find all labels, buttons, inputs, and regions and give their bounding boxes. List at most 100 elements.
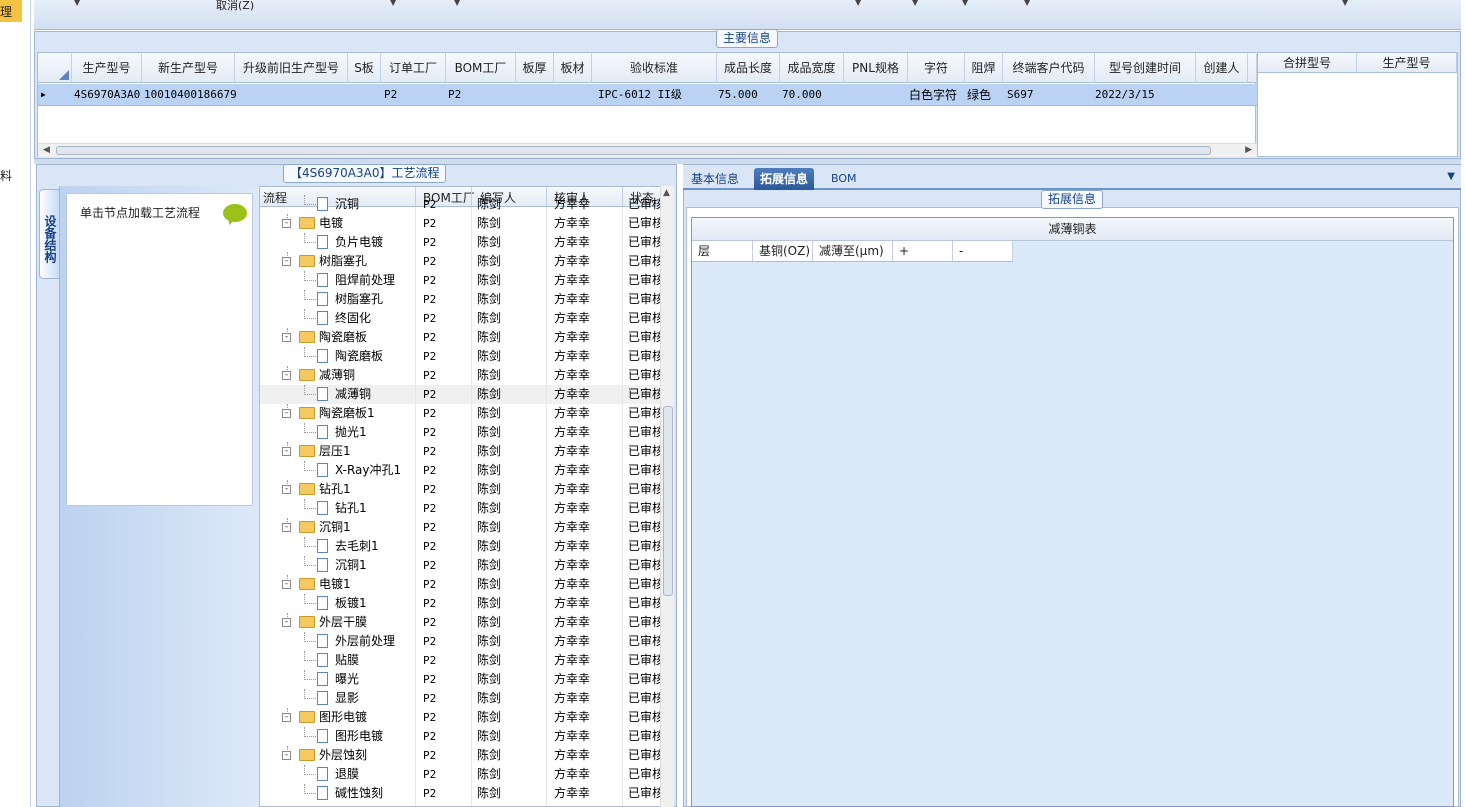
dropdown-arrow-icon[interactable]: ▼ (390, 0, 396, 7)
tabs-dropdown-icon[interactable]: ▼ (1447, 171, 1455, 182)
cell-bom-factory[interactable]: P2 (448, 84, 461, 106)
cell-width[interactable]: 70.000 (782, 84, 822, 106)
tree-group-row[interactable]: - 沉铜1 P2 陈剑 方幸幸 已审核 (260, 518, 660, 537)
cell-customer[interactable]: S697 (1007, 84, 1034, 106)
nav-item-mid[interactable]: 料 (0, 167, 12, 184)
tree-group-row[interactable]: - 陶瓷磨板1 P2 陈剑 方幸幸 已审核 (260, 404, 660, 423)
col-header[interactable]: 成品长度 (717, 53, 780, 83)
tree-node-row[interactable]: 图形电镀 P2 陈剑 方幸幸 已审核 (260, 727, 660, 746)
dropdown-arrow-icon[interactable]: ▼ (962, 0, 968, 7)
col-header[interactable]: BOM工厂 (446, 53, 516, 83)
collapse-toggle-icon[interactable]: - (282, 751, 291, 760)
dropdown-arrow-icon[interactable]: ▼ (912, 0, 918, 7)
tree-group-row[interactable]: - 电镀 P2 陈剑 方幸幸 已审核 (260, 214, 660, 233)
scroll-left-icon[interactable]: ◀ (43, 145, 50, 155)
tree-group-row[interactable]: - 外层干膜 P2 陈剑 方幸幸 已审核 (260, 613, 660, 632)
col-header[interactable]: 升级前旧生产型号 (235, 53, 348, 83)
cell-solder[interactable]: 绿色 (967, 84, 991, 106)
cell-char[interactable]: 白色字符 (909, 84, 957, 106)
collapse-toggle-icon[interactable]: - (282, 257, 291, 266)
tab-bom[interactable]: BOM (825, 168, 863, 190)
tree-node-row[interactable]: 陶瓷磨板 P2 陈剑 方幸幸 已审核 (260, 347, 660, 366)
col-header[interactable]: 减薄至(μm) (813, 241, 893, 262)
collapse-toggle-icon[interactable]: - (282, 618, 291, 627)
tree-node-row[interactable]: 贴膜 P2 陈剑 方幸幸 已审核 (260, 651, 660, 670)
col-header[interactable]: - (953, 241, 1013, 262)
side-tab-equipment[interactable]: 设备结构 (39, 189, 59, 279)
cell-created[interactable]: 2022/3/15 (1095, 84, 1155, 106)
tree-node-row[interactable]: 减薄铜 P2 陈剑 方幸幸 已审核 (260, 385, 660, 404)
tree-node-row[interactable]: 外层前处理 P2 陈剑 方幸幸 已审核 (260, 632, 660, 651)
col-header[interactable]: 板厚 (516, 53, 554, 83)
cell-length[interactable]: 75.000 (718, 84, 758, 106)
tree-node-row[interactable]: 退膜 P2 陈剑 方幸幸 已审核 (260, 765, 660, 784)
collapse-toggle-icon[interactable]: - (282, 409, 291, 418)
col-header[interactable]: PNL规格 (844, 53, 908, 83)
col-header[interactable]: 终端客户代码 (1003, 53, 1095, 83)
tree-group-row[interactable]: - 图形电镀 P2 陈剑 方幸幸 已审核 (260, 708, 660, 727)
table-row[interactable]: ▶ 4S6970A3A0 10010400186679 P2 P2 IPC-60… (38, 84, 1257, 106)
col-header[interactable]: 字符 (908, 53, 965, 83)
collapse-toggle-icon[interactable]: - (282, 485, 291, 494)
tab-expand-info[interactable]: 拓展信息 (754, 168, 815, 190)
collapse-toggle-icon[interactable]: - (282, 371, 291, 380)
col-header[interactable]: 阻焊 (965, 53, 1003, 83)
col-header[interactable]: 创建人 (1196, 53, 1248, 83)
tree-node-row[interactable]: 沉铜 P2 陈剑 方幸幸 已审核 (260, 195, 660, 214)
scroll-up-icon[interactable]: ▲ (663, 188, 670, 198)
cell-new-model[interactable]: 10010400186679 (144, 84, 237, 106)
col-header[interactable]: 新生产型号 (142, 53, 235, 83)
tree-node-row[interactable]: 负片电镀 P2 陈剑 方幸幸 已审核 (260, 233, 660, 252)
tree-group-row[interactable]: - 树脂塞孔 P2 陈剑 方幸幸 已审核 (260, 252, 660, 271)
tree-node-row[interactable]: 板镀1 P2 陈剑 方幸幸 已审核 (260, 594, 660, 613)
cell-prod-model[interactable]: 4S6970A3A0 (74, 84, 140, 106)
nav-item-top[interactable]: 理 (0, 3, 12, 20)
dropdown-arrow-icon[interactable]: ▼ (454, 0, 460, 7)
collapse-toggle-icon[interactable]: - (282, 447, 291, 456)
tree-node-row[interactable]: 曝光 P2 陈剑 方幸幸 已审核 (260, 670, 660, 689)
tree-group-row[interactable]: - 陶瓷磨板 P2 陈剑 方幸幸 已审核 (260, 328, 660, 347)
tree-node-row[interactable]: 去毛刺1 P2 陈剑 方幸幸 已审核 (260, 537, 660, 556)
col-header[interactable]: 生产型号 (72, 53, 142, 83)
col-header[interactable]: 板材 (554, 53, 592, 83)
row-selector-header[interactable] (38, 53, 72, 83)
tree-group-row[interactable]: - 层压1 P2 陈剑 方幸幸 已审核 (260, 442, 660, 461)
tree-group-row[interactable]: - 减薄铜 P2 陈剑 方幸幸 已审核 (260, 366, 660, 385)
collapse-toggle-icon[interactable]: - (282, 580, 291, 589)
col-header[interactable]: + (893, 241, 953, 262)
collapse-toggle-icon[interactable]: - (282, 333, 291, 342)
dropdown-arrow-icon[interactable]: ▼ (1342, 0, 1348, 7)
cancel-button[interactable]: 取消(Z) (216, 0, 254, 13)
scroll-right-icon[interactable]: ▶ (1245, 145, 1252, 155)
horizontal-scrollbar[interactable]: ◀ ▶ (38, 143, 1257, 157)
col-header[interactable]: 合拼型号 (1258, 53, 1357, 73)
scroll-thumb[interactable] (663, 406, 673, 596)
tree-group-row[interactable]: - 钻孔1 P2 陈剑 方幸幸 已审核 (260, 480, 660, 499)
tree-node-row[interactable]: 钻孔1 P2 陈剑 方幸幸 已审核 (260, 499, 660, 518)
col-header[interactable]: 成品宽度 (780, 53, 844, 83)
col-header[interactable]: 层 (692, 241, 753, 262)
col-header[interactable]: 订单工厂 (381, 53, 446, 83)
collapse-toggle-icon[interactable]: - (282, 219, 291, 228)
cell-standard[interactable]: IPC-6012 II级 (598, 84, 682, 106)
col-header[interactable]: S板 (348, 53, 381, 83)
tree-node-row[interactable]: 终固化 P2 陈剑 方幸幸 已审核 (260, 309, 660, 328)
tree-node-row[interactable]: 抛光1 P2 陈剑 方幸幸 已审核 (260, 423, 660, 442)
dropdown-arrow-icon[interactable]: ▼ (74, 0, 80, 7)
scroll-thumb[interactable] (56, 146, 1211, 155)
tree-node-row[interactable]: 树脂塞孔 P2 陈剑 方幸幸 已审核 (260, 290, 660, 309)
tab-basic-info[interactable]: 基本信息 (685, 168, 745, 190)
collapse-toggle-icon[interactable]: - (282, 713, 291, 722)
col-header[interactable]: 验收标准 (592, 53, 717, 83)
dropdown-arrow-icon[interactable]: ▼ (1024, 0, 1030, 7)
tree-group-row[interactable]: - 电镀1 P2 陈剑 方幸幸 已审核 (260, 575, 660, 594)
tree-node-row[interactable]: X-Ray冲孔1 P2 陈剑 方幸幸 已审核 (260, 461, 660, 480)
tree-node-row[interactable]: 沉铜1 P2 陈剑 方幸幸 已审核 (260, 556, 660, 575)
tree-node-row[interactable]: 阻焊前处理 P2 陈剑 方幸幸 已审核 (260, 271, 660, 290)
col-header[interactable]: 型号创建时间 (1095, 53, 1196, 83)
col-header[interactable]: 生产型号 (1357, 53, 1457, 73)
col-header[interactable]: 基铜(OZ) (753, 241, 813, 262)
tree-node-row[interactable]: 碱性蚀刻 P2 陈剑 方幸幸 已审核 (260, 784, 660, 803)
tree-node-row[interactable]: 显影 P2 陈剑 方幸幸 已审核 (260, 689, 660, 708)
cell-order-factory[interactable]: P2 (384, 84, 397, 106)
